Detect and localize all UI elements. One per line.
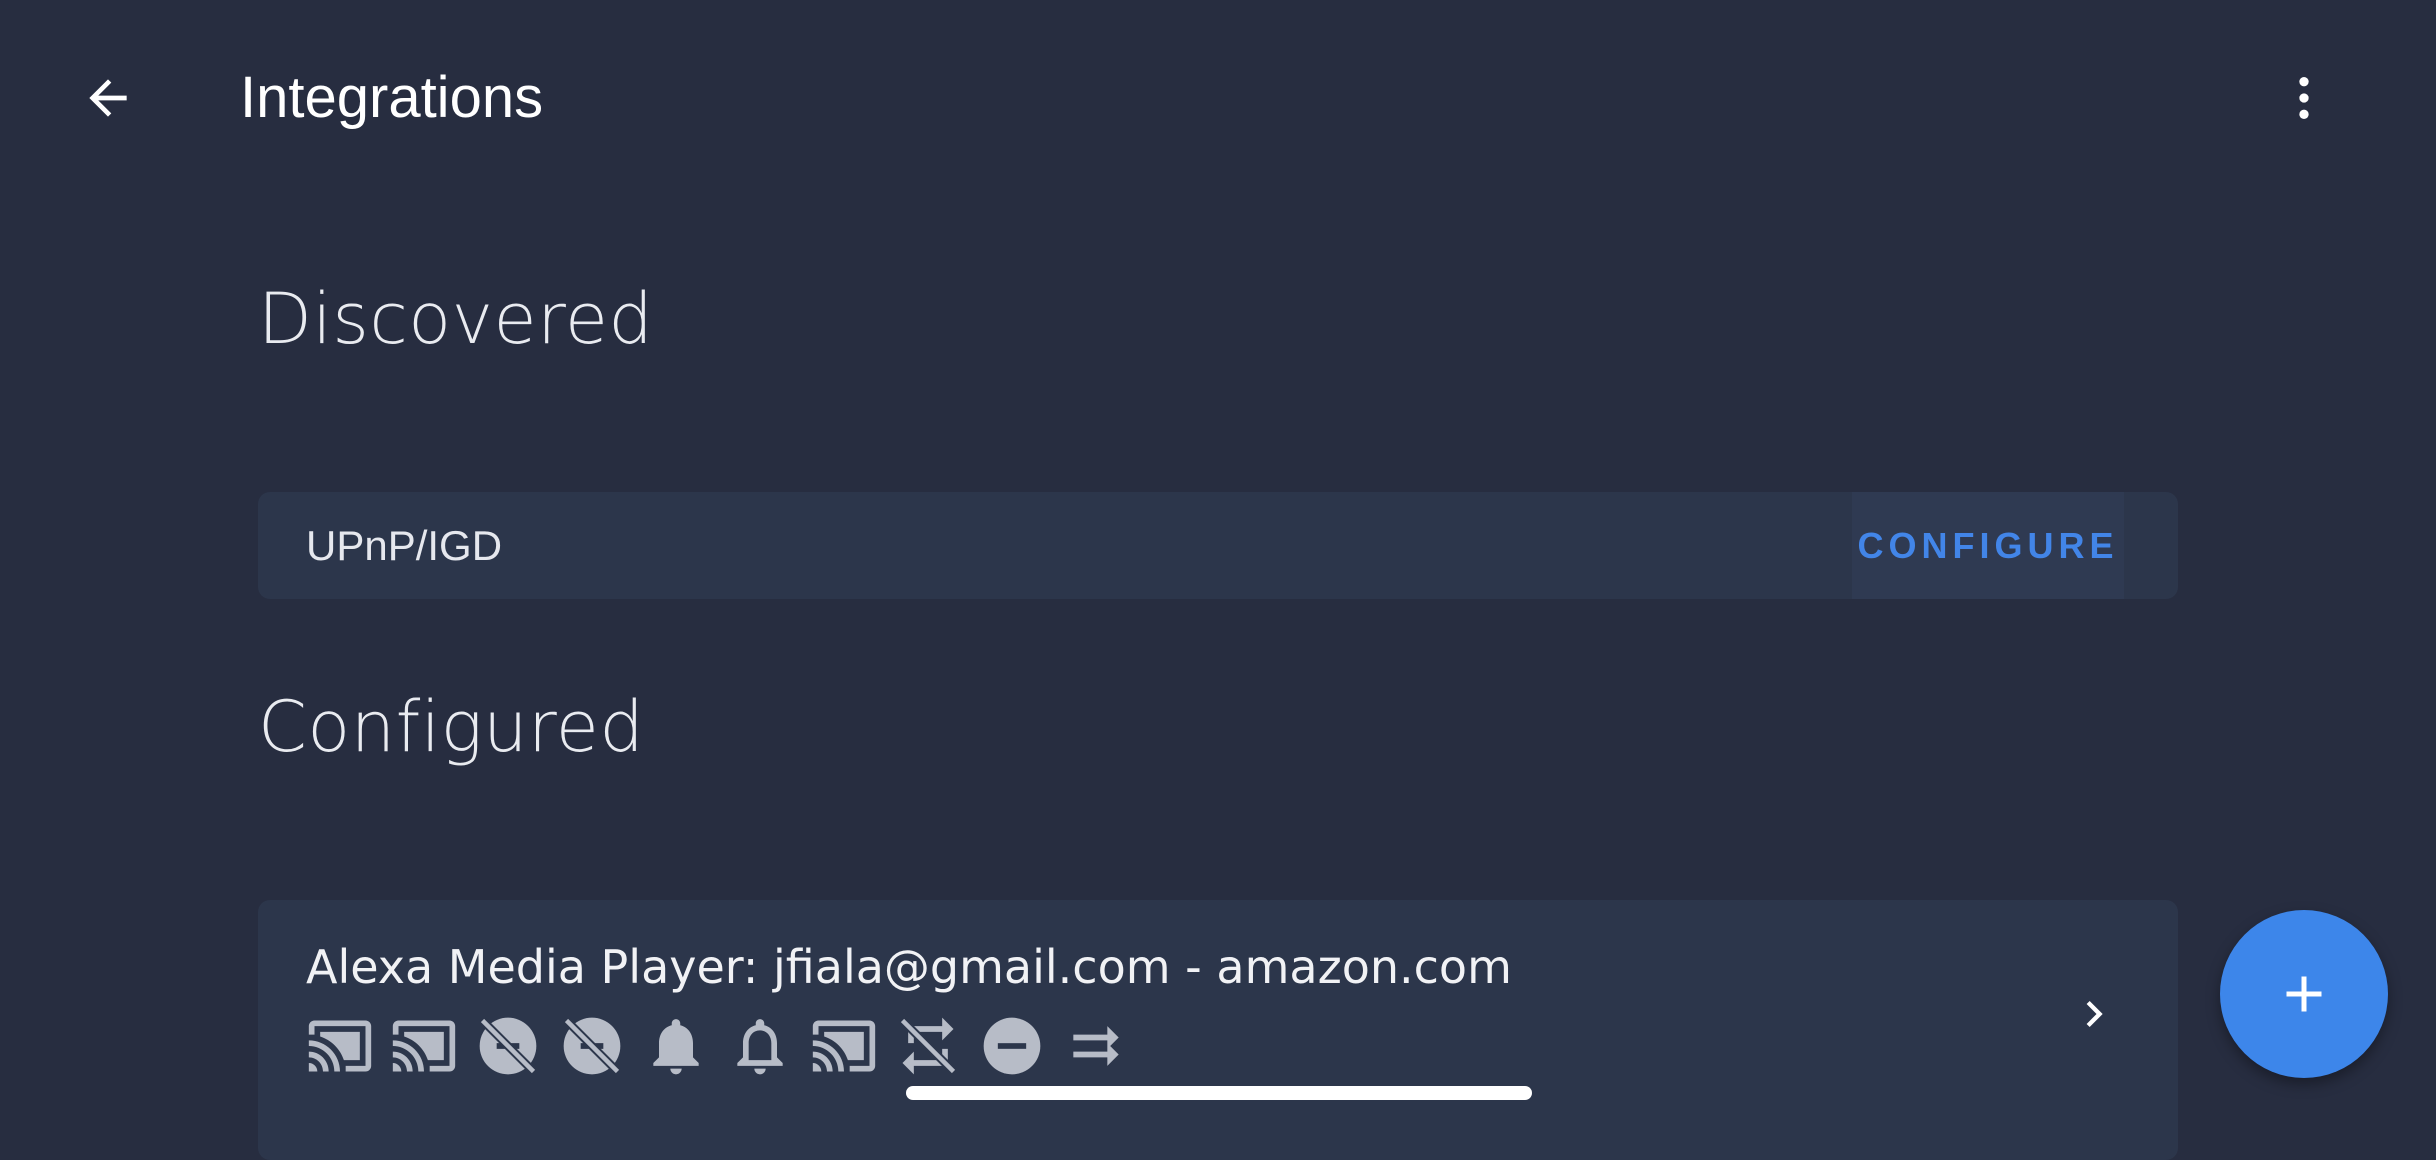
add-integration-button[interactable] [2220,910,2388,1078]
home-indicator[interactable] [906,1086,1532,1100]
shuffle-disabled-icon[interactable] [1062,1012,1130,1080]
back-button[interactable] [66,56,150,140]
cast-icon[interactable] [390,1012,458,1080]
configured-heading: Configured [258,686,645,768]
overflow-menu-button[interactable] [2262,56,2346,140]
arrow-left-icon [89,79,127,117]
configure-button[interactable]: CONFIGURE [1852,492,2124,599]
bell-outline-icon[interactable] [726,1012,794,1080]
repeat-off-icon[interactable] [894,1012,962,1080]
configured-integration-name: Alexa Media Player: jfiala@gmail.com - a… [306,940,1512,994]
cast-icon[interactable] [306,1012,374,1080]
alarm-off-icon[interactable] [474,1012,542,1080]
discovered-integration-name: UPnP/IGD [306,521,503,569]
alarm-off-icon[interactable] [558,1012,626,1080]
minus-circle-icon[interactable] [978,1012,1046,1080]
discovered-heading: Discovered [258,278,654,360]
app-bar: Integrations [0,0,2436,190]
page-title: Integrations [240,65,544,130]
entity-icon-row [306,1012,1130,1080]
dots-vertical-icon [2299,77,2309,119]
open-integration-button[interactable] [2064,984,2124,1044]
chevron-right-icon [2086,1001,2103,1027]
discovered-integration-card: UPnP/IGD CONFIGURE [258,492,2178,599]
plus-icon [2286,976,2322,1012]
cast-icon[interactable] [810,1012,878,1080]
bell-icon[interactable] [642,1012,710,1080]
configured-integration-card[interactable]: Alexa Media Player: jfiala@gmail.com - a… [258,900,2178,1160]
